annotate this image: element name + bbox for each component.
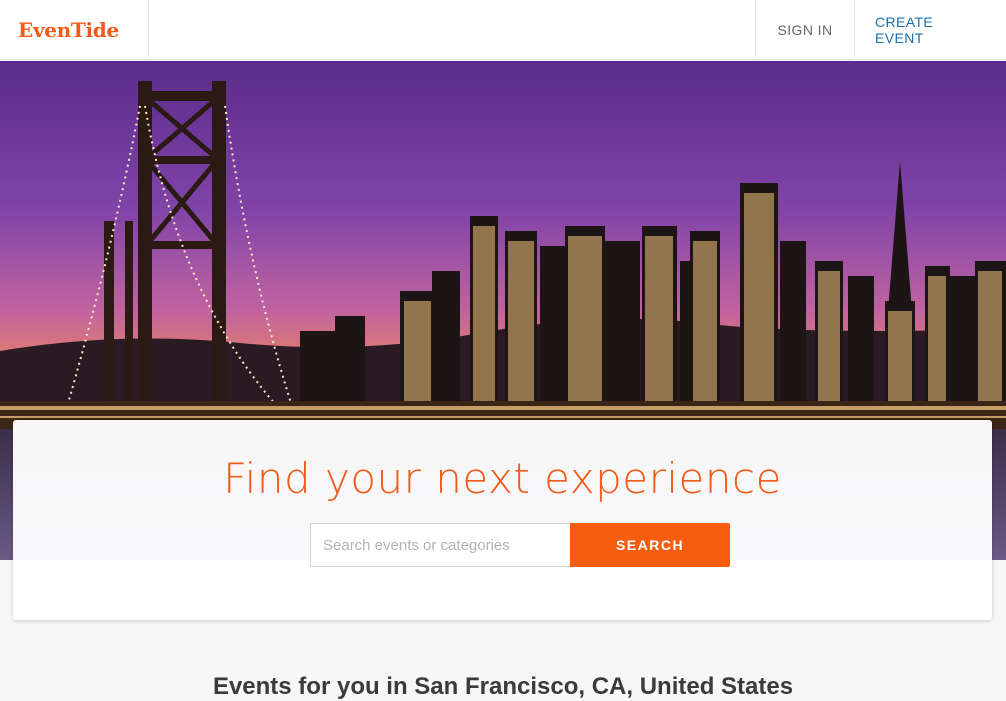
sign-in-link[interactable]: SIGN IN [755, 0, 854, 60]
brand-logo[interactable]: EvenTide [18, 18, 119, 42]
logo-container[interactable]: EvenTide [0, 0, 149, 60]
search-button[interactable]: SEARCH [570, 523, 730, 567]
search-input[interactable] [310, 523, 570, 567]
events-section-heading: Events for you in San Francisco, CA, Uni… [212, 673, 794, 700]
hero-headline: Find your next experience [223, 454, 782, 503]
search-panel: Find your next experience SEARCH [13, 420, 992, 620]
top-nav-bar: EvenTide SIGN IN CREATE EVENT [0, 0, 1006, 60]
create-event-link[interactable]: CREATE EVENT [854, 0, 1006, 60]
nav-links: SIGN IN CREATE EVENT [755, 0, 1006, 60]
